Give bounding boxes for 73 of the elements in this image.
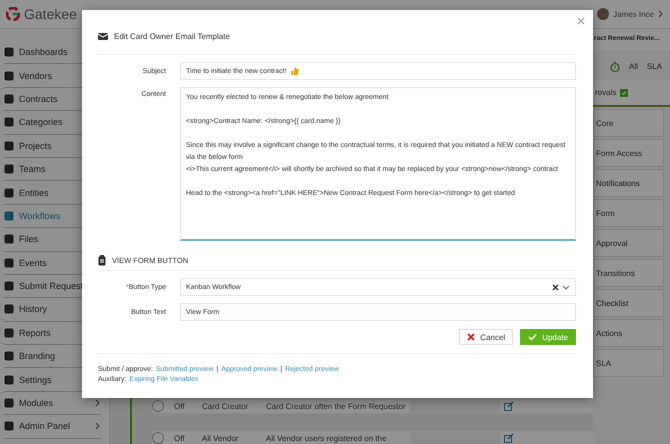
sidebar-item[interactable]: Admin Panel: [4, 415, 101, 439]
square-icon: [4, 70, 14, 81]
square-icon: [4, 281, 14, 292]
edit-icon[interactable]: [504, 433, 514, 443]
description-text: Card Creator often the Form Requestor: [266, 402, 406, 410]
sidebar-label: Submit Request: [19, 281, 84, 292]
step-card[interactable]: Core: [593, 109, 664, 137]
square-icon: [4, 188, 14, 198]
square-icon: [4, 328, 14, 338]
sidebar-label: Events: [19, 258, 47, 268]
sidebar-label: Modules: [19, 398, 54, 408]
clipboard-icon: [98, 254, 106, 266]
modal-title: Edit Card Owner Email Template: [114, 32, 230, 40]
thumbs-up-icon: [290, 66, 299, 76]
chevron-down-icon[interactable]: [562, 284, 570, 290]
user-name[interactable]: James Ince: [613, 10, 654, 18]
cancel-button[interactable]: Cancel: [459, 329, 514, 345]
check-icon: [528, 333, 538, 341]
role-text: All Vendor: [202, 434, 240, 442]
radio-button[interactable]: [152, 400, 164, 412]
step-card[interactable]: Actions: [593, 319, 664, 347]
close-icon: [577, 17, 585, 25]
sidebar-label: Branding: [19, 351, 56, 362]
square-icon: [4, 117, 14, 128]
edit-icon[interactable]: [504, 401, 514, 411]
sidebar-label: Projects: [19, 140, 52, 151]
sidebar-label: History: [19, 304, 48, 314]
description-text: All Vendor users registered on the: [266, 434, 388, 442]
square-icon: [4, 234, 14, 244]
step-card[interactable]: Form: [593, 199, 664, 227]
step-card[interactable]: SLA: [593, 349, 664, 377]
sidebar-label: Vendors: [19, 70, 52, 81]
stopwatch-icon[interactable]: [610, 61, 620, 72]
sidebar-label: Categories: [19, 117, 63, 128]
filter-tab[interactable]: All: [628, 62, 638, 71]
sidebar-label: Workflows: [19, 210, 60, 221]
square-icon: [4, 164, 14, 174]
square-icon: [4, 374, 14, 385]
step-card[interactable]: Notifications: [593, 169, 664, 197]
sidebar-label: Admin Panel: [19, 421, 70, 432]
status-text: Off: [174, 402, 186, 410]
envelope-icon: [98, 32, 108, 40]
square-icon: [4, 351, 14, 362]
square-icon: [4, 421, 14, 432]
logo-icon: [6, 7, 20, 21]
square-icon: [4, 304, 14, 314]
radio-button[interactable]: [152, 432, 164, 444]
step-card[interactable]: Form Access: [593, 139, 664, 167]
chevron-icon[interactable]: [658, 10, 664, 18]
square-icon: [4, 94, 14, 104]
role-text: Card Creator: [202, 402, 250, 410]
logo-text: Gatekee: [24, 6, 77, 22]
section-label: rovals: [595, 88, 616, 97]
sidebar-label: Entities: [19, 188, 49, 198]
filter-tab[interactable]: SLA: [646, 62, 662, 71]
clear-icon[interactable]: [552, 284, 559, 290]
avatar-icon[interactable]: [597, 8, 610, 20]
sidebar-label: Reports: [19, 328, 51, 338]
sidebar-label: Dashboards: [19, 47, 68, 58]
square-icon: [4, 398, 14, 408]
cross-icon: [467, 333, 476, 341]
step-card[interactable]: Transitions: [593, 259, 664, 287]
square-icon: [4, 140, 14, 151]
step-card[interactable]: Approval: [593, 229, 664, 257]
sidebar-label: Teams: [19, 164, 46, 174]
square-icon: [4, 47, 14, 58]
step-card[interactable]: Checklist: [593, 289, 664, 317]
square-icon: [4, 210, 14, 221]
status-text: Off: [174, 434, 186, 442]
sidebar-label: Settings: [19, 374, 52, 385]
square-icon: [4, 258, 14, 268]
sidebar-label: Contracts: [19, 94, 58, 104]
sidebar-label: Files: [19, 234, 38, 244]
